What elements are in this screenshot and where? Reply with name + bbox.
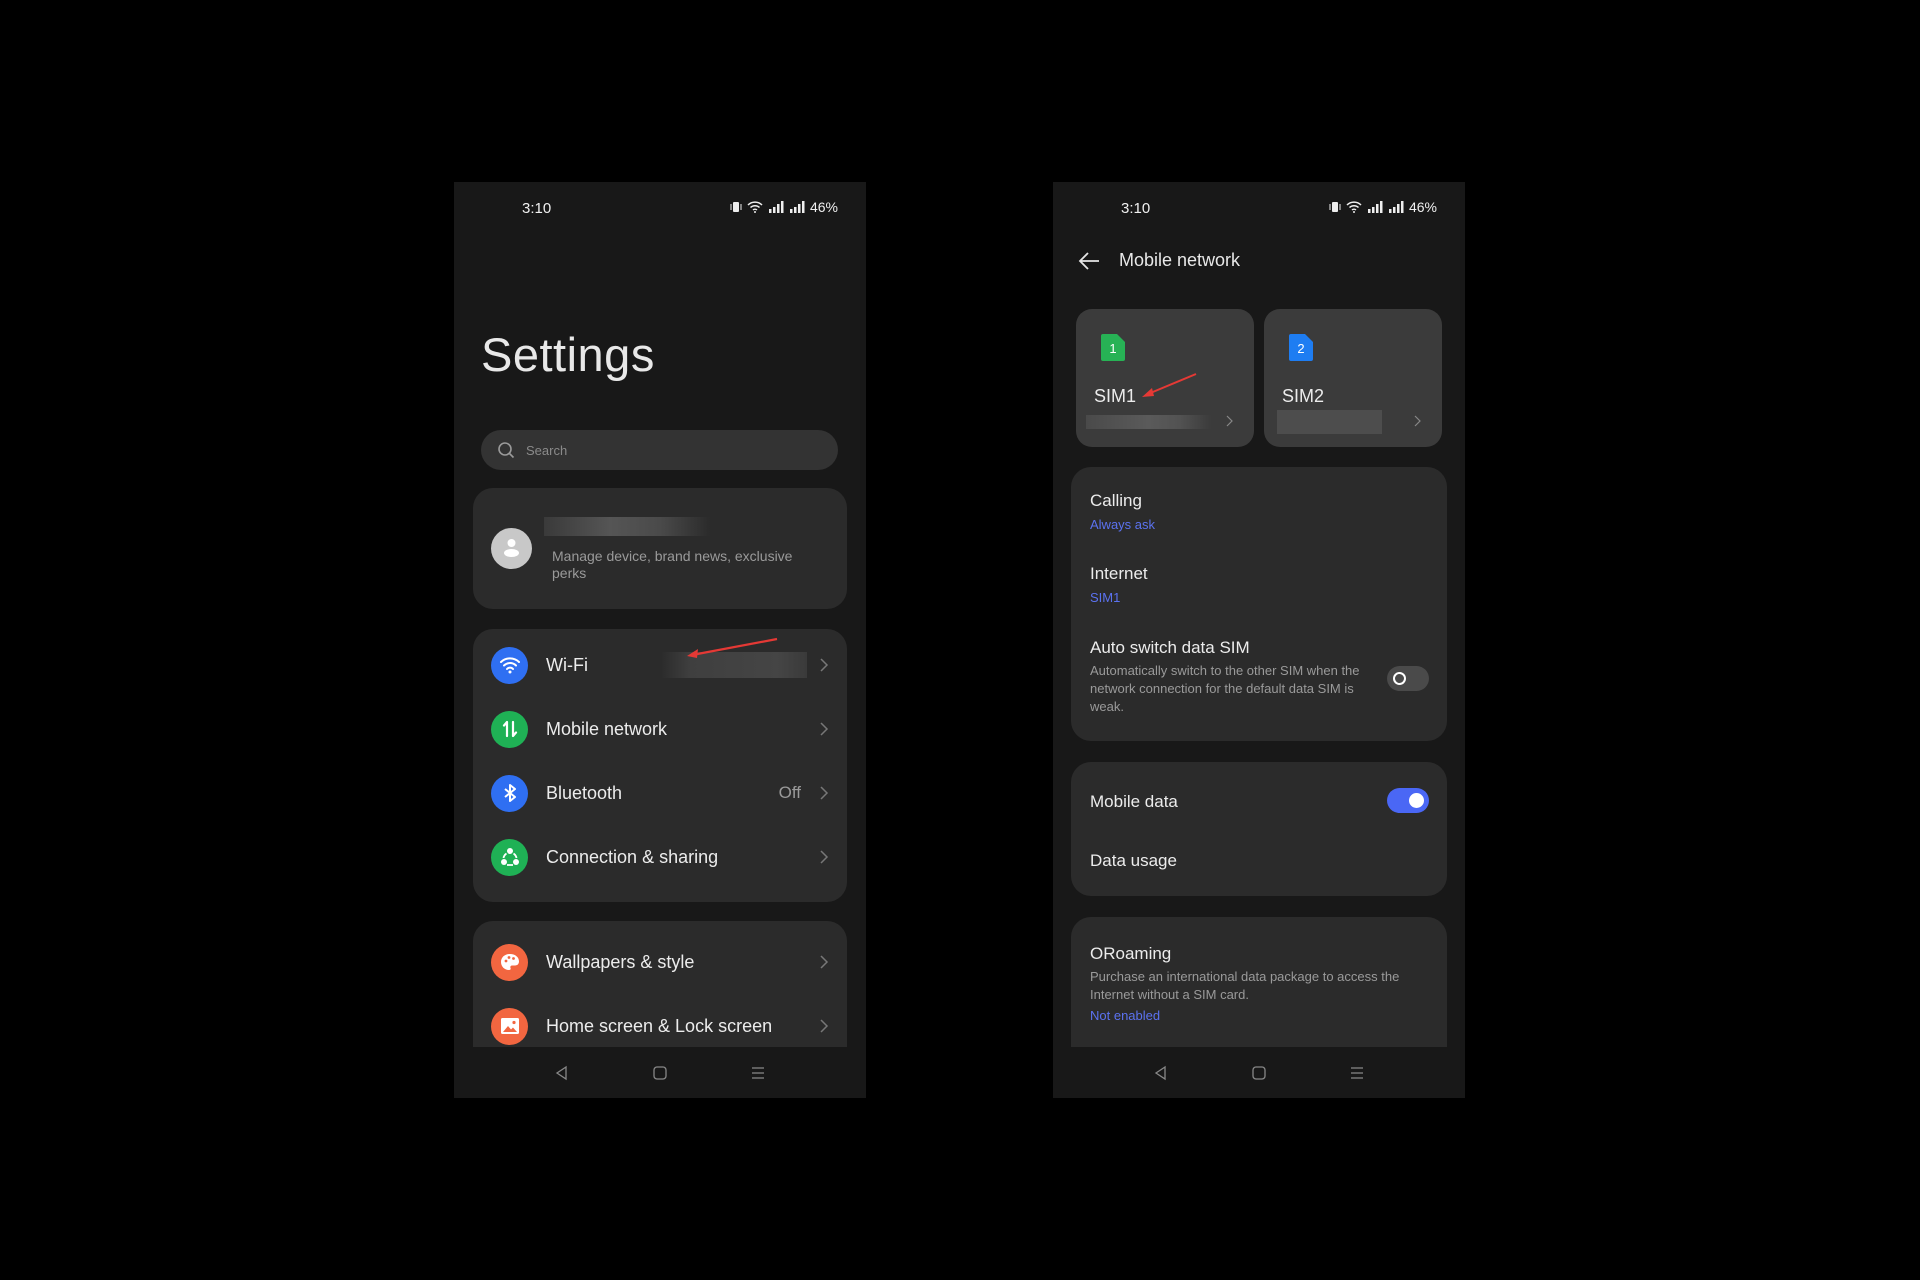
sim-label: SIM2 [1282, 386, 1325, 406]
settings-item-connection-sharing[interactable]: Connection & sharing [473, 825, 847, 889]
image-icon [491, 1007, 528, 1045]
svg-text:1: 1 [1109, 341, 1116, 356]
mobile-data-card: Mobile data Data usage [1071, 762, 1447, 896]
setting-value: Always ask [1090, 517, 1156, 532]
mobile-data-setting: Mobile data [1090, 792, 1428, 812]
setting-value: Not enabled [1090, 1008, 1161, 1023]
settings-item-mobile-network[interactable]: Mobile network [473, 697, 847, 761]
chevron-right-icon [820, 786, 829, 800]
status-time: 3:10 [522, 200, 552, 217]
nav-back-button[interactable] [1147, 1059, 1175, 1087]
avatar [491, 528, 532, 569]
settings-item-label: Wallpapers & style [546, 951, 695, 972]
setting-title: ORoaming [1090, 944, 1172, 963]
internet-setting[interactable]: Internet SIM1 [1090, 564, 1428, 605]
settings-item-label: Wi-Fi [546, 654, 588, 675]
mobile-data-toggle[interactable] [1387, 788, 1429, 813]
wifi-icon [491, 646, 528, 684]
search-placeholder: Search [526, 442, 568, 458]
settings-item-label: Home screen & Lock screen [546, 1015, 773, 1036]
account-description: Manage device, brand news, exclusive per… [552, 548, 793, 581]
wifi-icon [1346, 201, 1362, 213]
settings-item-bluetooth[interactable]: Bluetooth Off [473, 761, 847, 825]
chevron-right-icon [820, 722, 829, 736]
setting-title: Mobile data [1090, 792, 1178, 811]
svg-text:2: 2 [1297, 341, 1304, 356]
sim-number-redacted [1086, 415, 1211, 429]
vibrate-icon [1329, 202, 1341, 212]
status-bar: 3:10 46% [1053, 182, 1465, 234]
settings-item-wifi[interactable]: Wi-Fi [473, 633, 847, 697]
status-time: 3:10 [1121, 200, 1151, 217]
sim-number-redacted [1277, 410, 1382, 434]
battery-level: 46% [1408, 199, 1437, 215]
sim-card-icon: 2 [1289, 334, 1313, 361]
connectivity-group: Wi-Fi Mobile network Bluetooth Off Conne… [473, 629, 847, 902]
bluetooth-icon [491, 774, 528, 812]
setting-title: Auto switch data SIM [1090, 638, 1250, 657]
nav-back-button[interactable] [548, 1059, 576, 1087]
sim1-card[interactable]: 1 SIM1 [1076, 309, 1254, 447]
chevron-right-icon [1226, 415, 1233, 427]
back-arrow-icon[interactable] [1077, 250, 1101, 272]
nav-recents-button[interactable] [744, 1059, 772, 1087]
settings-item-label: Mobile network [546, 718, 668, 739]
setting-title: Calling [1090, 491, 1142, 510]
data-usage-setting[interactable]: Data usage [1090, 851, 1428, 871]
signal-icon [1388, 201, 1404, 213]
nav-home-button[interactable] [1245, 1059, 1273, 1087]
chevron-right-icon [820, 850, 829, 864]
setting-title: Data usage [1090, 851, 1177, 870]
setting-value: SIM1 [1090, 590, 1121, 605]
battery-level: 46% [809, 199, 838, 215]
nav-recents-button[interactable] [1343, 1059, 1371, 1087]
navigation-bar [454, 1047, 866, 1098]
signal-icon [768, 201, 784, 213]
account-card[interactable]: Manage device, brand news, exclusive per… [473, 488, 847, 609]
search-icon [498, 442, 515, 459]
page-header: Mobile network [1053, 234, 1465, 288]
setting-title: Internet [1090, 564, 1148, 583]
settings-scroll[interactable]: Settings Search Manage device, brand new… [454, 234, 866, 1047]
signal-icon [789, 201, 805, 213]
settings-screen: 3:10 46% Settings Search Manage device, … [454, 182, 866, 1098]
chevron-right-icon [820, 658, 829, 672]
mobile-data-icon [491, 710, 528, 748]
palette-icon [491, 943, 528, 981]
account-name-redacted [544, 517, 710, 536]
setting-description: Purchase an international data package t… [1090, 969, 1400, 1002]
mobile-network-screen: 3:10 46% Mobile network 1 SIM1 2 SIM2 Ca… [1053, 182, 1465, 1098]
connection-sharing-icon [491, 838, 528, 876]
calling-setting[interactable]: Calling Always ask [1090, 491, 1428, 532]
display-group: Wallpapers & style Home screen & Lock sc… [473, 921, 847, 1047]
annotation-arrow [1142, 373, 1197, 397]
navigation-bar [1053, 1047, 1465, 1098]
sim-preferences-card: Calling Always ask Internet SIM1 Auto sw… [1071, 467, 1447, 741]
bluetooth-status: Off [778, 783, 801, 802]
sim2-card[interactable]: 2 SIM2 [1264, 309, 1442, 447]
page-title: Mobile network [1119, 250, 1241, 270]
signal-icon [1367, 201, 1383, 213]
sim-label: SIM1 [1094, 386, 1137, 406]
settings-item-label: Connection & sharing [546, 846, 719, 867]
auto-switch-data-sim-setting: Auto switch data SIM Automatically switc… [1090, 638, 1367, 716]
settings-item-label: Bluetooth [546, 782, 623, 803]
chevron-right-icon [1414, 415, 1421, 427]
chevron-right-icon [820, 955, 829, 969]
settings-item-home-lock-screen[interactable]: Home screen & Lock screen [473, 994, 847, 1047]
status-bar: 3:10 46% [454, 182, 866, 234]
chevron-right-icon [820, 1019, 829, 1033]
settings-item-wallpapers[interactable]: Wallpapers & style [473, 930, 847, 994]
vibrate-icon [730, 202, 742, 212]
page-title: Settings [481, 328, 655, 381]
wifi-network-redacted [661, 652, 807, 678]
user-icon [504, 539, 519, 557]
search-input[interactable]: Search [481, 430, 838, 470]
wifi-icon [747, 201, 763, 213]
auto-switch-toggle[interactable] [1387, 666, 1429, 691]
oroaming-setting: ORoaming Purchase an international data … [1090, 944, 1428, 1023]
nav-home-button[interactable] [646, 1059, 674, 1087]
sim-card-icon: 1 [1101, 334, 1125, 361]
setting-description: Automatically switch to the other SIM wh… [1090, 663, 1360, 714]
